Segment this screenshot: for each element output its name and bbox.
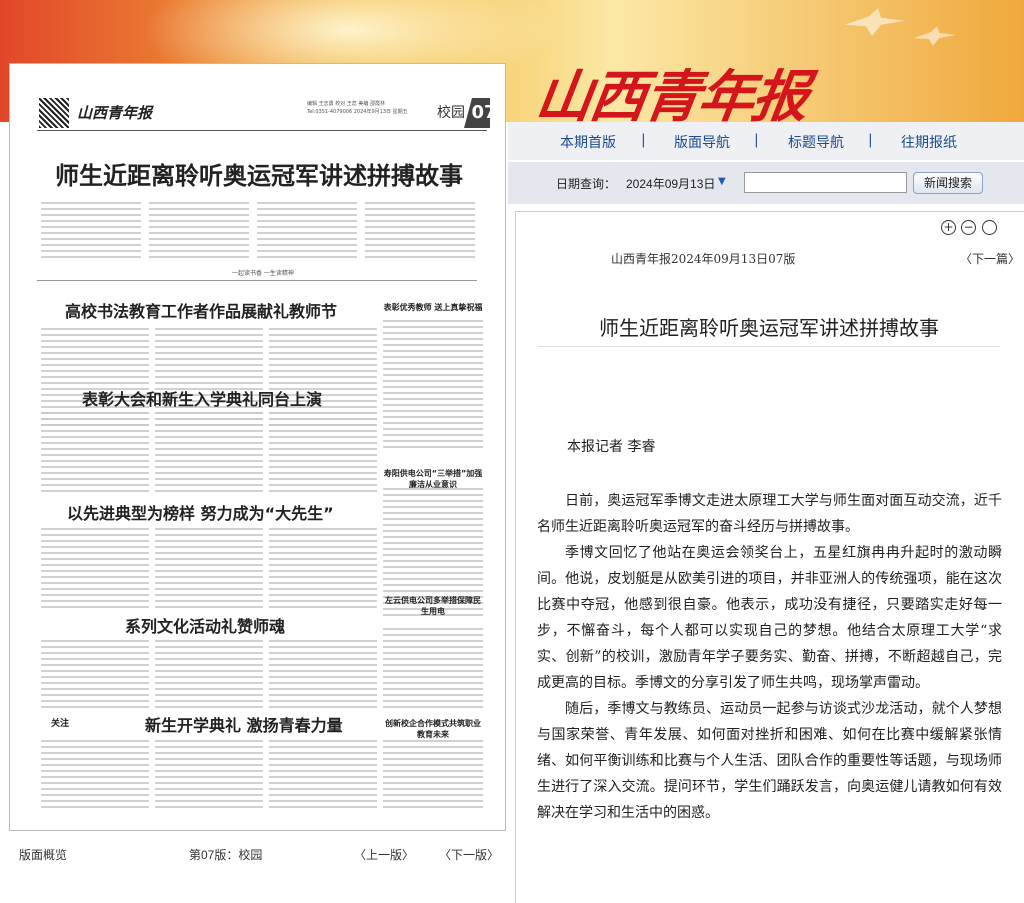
date-query-label: 日期查询：: [556, 177, 617, 191]
text-column: [41, 528, 149, 608]
nav-separator: |: [754, 132, 759, 148]
article-paragraph: 日前，奥运冠军季博文走进太原理工大学与师生面对面互动交流，近千名师生近距离聆听奥…: [537, 493, 1002, 535]
text-column: [41, 202, 141, 262]
nav-separator: |: [641, 132, 646, 148]
article-source: 山西青年报2024年09月13日07版: [611, 252, 796, 266]
text-column: [41, 640, 149, 710]
text-column: [269, 640, 377, 710]
page-headline[interactable]: 新生开学典礼 激扬青春力量: [145, 712, 343, 736]
text-column: [269, 528, 377, 608]
divider: [37, 280, 477, 281]
page-headline[interactable]: 高校书法教育工作者作品展献礼教师节: [65, 298, 337, 322]
search-bar: 日期查询： 2024年09月13日 ▼ 新闻搜索: [508, 162, 1024, 204]
page-masthead-logo: 山西青年报: [77, 104, 153, 122]
text-column: [155, 740, 263, 810]
newspaper-page-panel: 山西青年报 编辑 王志勇 校对 王蕊 美编 邵霞林 Tel:0351-40790…: [9, 63, 506, 831]
text-column: [155, 640, 263, 710]
nav-page-navigation[interactable]: 版面导航: [674, 132, 730, 152]
dove-decoration: [845, 8, 905, 36]
article-panel: + − 山西青年报2024年09月13日07版 〈下一篇〉 师生近距离聆听奥运冠…: [515, 211, 1024, 903]
divider: [37, 130, 487, 131]
page-headline[interactable]: 表彰大会和新生入学典礼同台上演: [82, 386, 322, 410]
news-search-button[interactable]: 新闻搜索: [913, 172, 983, 194]
newspaper-logo[interactable]: 山西青年报: [531, 52, 812, 122]
nav-separator: |: [868, 132, 873, 148]
sidebar-headline[interactable]: 左云供电公司多举措保障民生用电: [383, 595, 483, 617]
page-section-name: 校园: [437, 105, 465, 121]
search-input[interactable]: [744, 172, 907, 193]
article-body: 日前，奥运冠军季博文走进太原理工大学与师生面对面互动交流，近千名师生近距离聆听奥…: [537, 488, 1002, 826]
text-column: [149, 202, 249, 262]
newspaper-page-image[interactable]: 山西青年报 编辑 王志勇 校对 王蕊 美编 邵霞林 Tel:0351-40790…: [27, 80, 490, 815]
prev-page-link[interactable]: 〈上一版〉: [354, 846, 414, 863]
date-line: Tel:0351-4079006 2024年9月13日 星期五: [307, 109, 408, 115]
reset-zoom-icon[interactable]: [982, 220, 997, 235]
page-editor-line: 编辑 王志勇 校对 王蕊 美编 邵霞林 Tel:0351-4079006 202…: [307, 100, 437, 116]
page-headline[interactable]: 以先进典型为榜样 努力成为“大先生”: [67, 500, 334, 524]
page-headline[interactable]: 系列文化活动礼赞师魂: [125, 613, 285, 637]
next-article-link[interactable]: 〈下一篇〉: [960, 250, 1020, 267]
overview-link[interactable]: 版面概览: [19, 846, 67, 863]
focus-label: 关注: [51, 719, 70, 729]
text-column: [269, 740, 377, 810]
text-column: [269, 412, 377, 492]
top-navigation: 本期首版 | 版面导航 | 标题导航 | 往期报纸: [508, 122, 1024, 160]
dove-decoration: [914, 26, 956, 46]
qr-code-icon: [39, 98, 69, 128]
sidebar-headline[interactable]: 创新校企合作模式共筑职业教育未来: [383, 718, 483, 740]
sidebar-headline[interactable]: 寿阳供电公司“三举措”加强廉洁从业意识: [383, 468, 483, 490]
page-panel-footer: 版面概览 第07版：校园 〈上一版〉 〈下一版〉: [9, 832, 506, 890]
zoom-in-icon[interactable]: +: [941, 220, 956, 235]
next-page-link[interactable]: 〈下一版〉: [439, 846, 499, 863]
article-byline: 本报记者 李睿: [567, 439, 656, 455]
text-column: [41, 740, 149, 810]
editor-line: 编辑 王志勇 校对 王蕊 美编 邵霞林: [307, 101, 385, 107]
article-title: 师生近距离聆听奥运冠军讲述拼搏故事: [599, 316, 939, 340]
date-select[interactable]: 2024年09月13日: [626, 175, 715, 192]
article-paragraph: 随后，季博文与教练员、运动员一起参与访谈式沙龙活动，就个人梦想与国家荣誉、青年发…: [537, 701, 1002, 821]
nav-current-front-page[interactable]: 本期首版: [560, 132, 616, 152]
text-column: [383, 628, 483, 708]
text-column: [41, 412, 149, 492]
text-column: [155, 412, 263, 492]
zoom-out-icon[interactable]: −: [961, 220, 976, 235]
nav-title-navigation[interactable]: 标题导航: [788, 132, 844, 152]
text-column: [383, 320, 483, 450]
sidebar-headline[interactable]: 表彰优秀教师 送上真挚祝福: [383, 302, 483, 313]
article-paragraph: 季博文回忆了他站在奥运会领奖台上，五星红旗冉冉升起时的激动瞬间。他说，皮划艇是从…: [537, 545, 1002, 691]
text-column: [365, 202, 475, 262]
page-number-badge: 07: [464, 98, 490, 128]
current-page-label: 第07版：校园: [189, 848, 263, 862]
divider: [538, 346, 1000, 347]
text-column: [257, 202, 357, 262]
page-main-headline[interactable]: 师生近距离聆听奥运冠军讲述拼搏故事: [55, 156, 463, 191]
text-column: [383, 740, 483, 810]
calligraphy-subhead: 一起读书香 一生读精神: [232, 270, 294, 277]
nav-past-issues[interactable]: 往期报纸: [901, 132, 957, 152]
dropdown-arrow-icon[interactable]: ▼: [718, 176, 726, 187]
text-column: [155, 528, 263, 608]
